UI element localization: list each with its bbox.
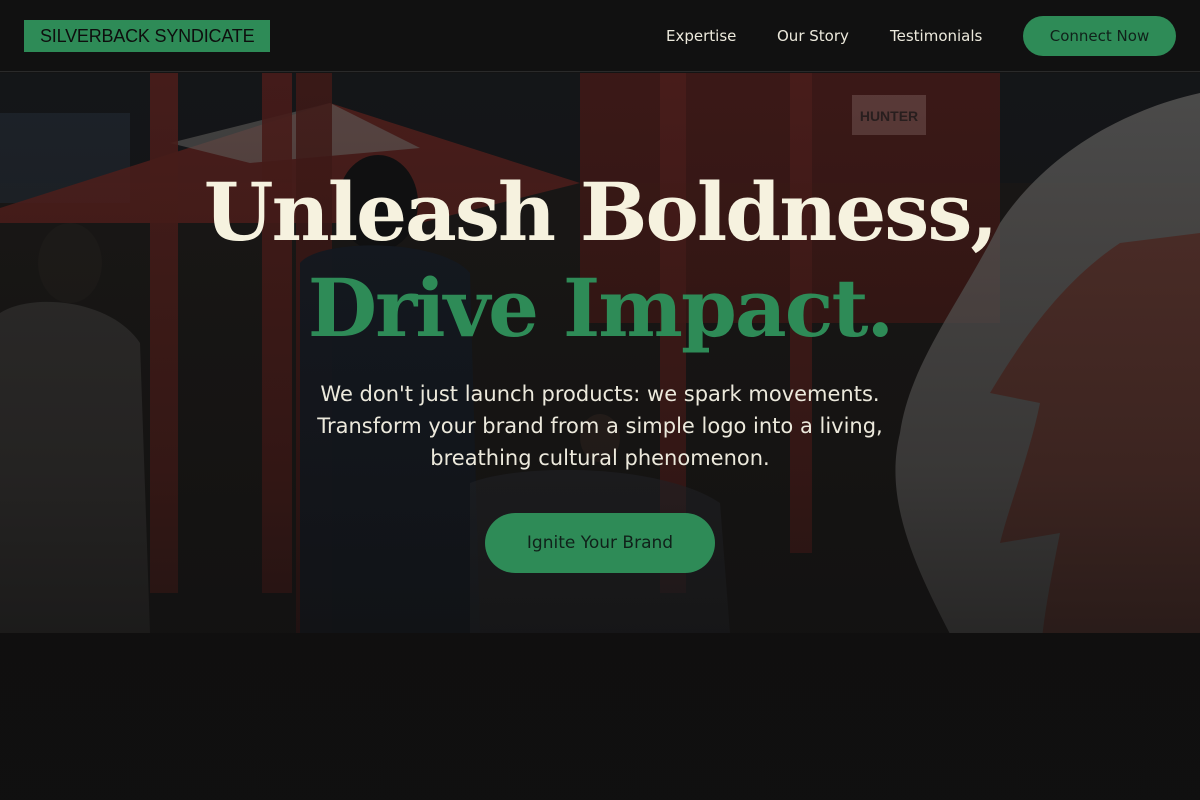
nav-link-expertise[interactable]: Expertise bbox=[666, 26, 736, 46]
brand-logo[interactable]: SILVERBACK SYNDICATE bbox=[24, 20, 271, 52]
hero-headline-line2: Drive Impact. bbox=[307, 261, 895, 355]
landing-page: SILVERBACK SYNDICATE Expertise Our Story… bbox=[0, 0, 1200, 800]
ignite-your-brand-button[interactable]: Ignite Your Brand bbox=[485, 513, 715, 573]
site-header: SILVERBACK SYNDICATE Expertise Our Story… bbox=[0, 0, 1200, 72]
nav-link-our-story[interactable]: Our Story bbox=[777, 26, 849, 46]
hero-headline-line1: Unleash Boldness, bbox=[203, 165, 998, 259]
nav-link-testimonials[interactable]: Testimonials bbox=[890, 26, 982, 46]
connect-now-button[interactable]: Connect Now bbox=[1023, 16, 1176, 56]
hero-subtext: We don't just launch products: we spark … bbox=[317, 382, 883, 470]
